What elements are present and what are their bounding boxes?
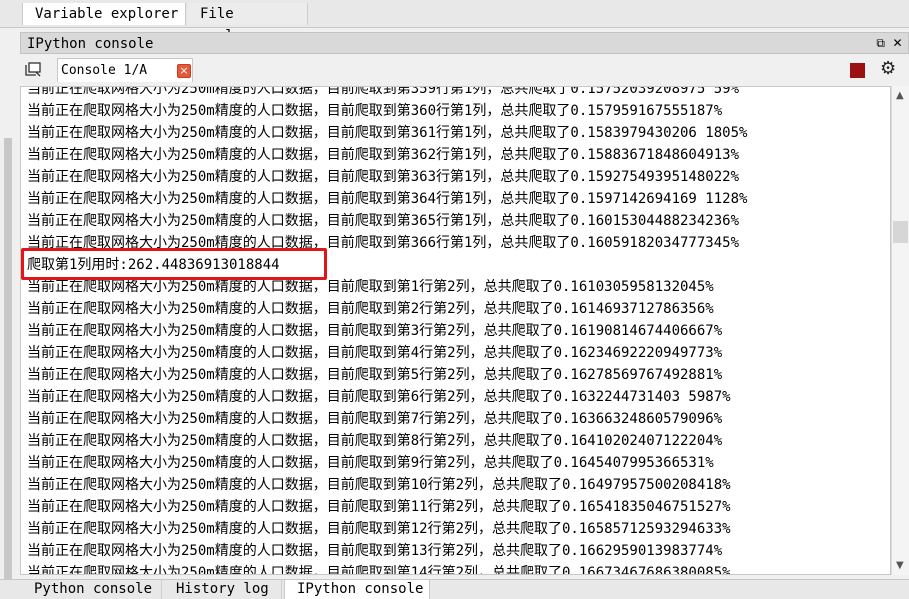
tab-python-console[interactable]: Python console (22, 580, 162, 599)
output-line: 当前正在爬取网格大小为250m精度的人口数据，目前爬取到第364行第1列，总共爬… (27, 191, 748, 207)
left-scroll-strip (0, 28, 20, 588)
console-toolbar: Console 1/A × ⚙ (20, 55, 909, 85)
output-line: 当前正在爬取网格大小为250m精度的人口数据，目前爬取到第11行第2列，总共爬取… (27, 499, 731, 515)
pane-header: IPython console ⧉ ✕ (20, 32, 909, 54)
tab-console-1a[interactable]: Console 1/A × (57, 58, 193, 82)
close-icon[interactable]: × (177, 64, 191, 78)
output-line: 当前正在爬取网格大小为250m精度的人口数据，目前爬取到第4行第2列，总共爬取了… (27, 345, 723, 361)
tab-file-explorer[interactable]: File explorer (188, 3, 308, 44)
output-line: 当前正在爬取网格大小为250m精度的人口数据，目前爬取到第362行第1列，总共爬… (27, 147, 740, 163)
tab-ipython-console[interactable]: IPython console (284, 580, 430, 599)
output-line: 当前正在爬取网格大小为250m精度的人口数据，目前爬取到第2行第2列，总共爬取了… (27, 301, 714, 317)
output-line: 当前正在爬取网格大小为250m精度的人口数据，目前爬取到第360行第1列，总共爬… (27, 103, 723, 119)
output-line: 当前正在爬取网格大小为250m精度的人口数据，目前爬取到第359行第1列，总共爬… (27, 86, 740, 97)
scrollbar-thumb[interactable] (893, 221, 908, 243)
output-line: 当前正在爬取网格大小为250m精度的人口数据，目前爬取到第8行第2列，总共爬取了… (27, 433, 723, 449)
left-scrollbar-thumb[interactable] (4, 138, 12, 588)
console-tab-label: Console 1/A (61, 63, 148, 78)
tab-variable-explorer[interactable]: Variable explorer (22, 3, 186, 25)
output-line: 当前正在爬取网格大小为250m精度的人口数据，目前爬取到第9行第2列，总共爬取了… (27, 455, 714, 471)
scroll-down-arrow-icon[interactable]: ▼ (896, 560, 904, 571)
output-line: 当前正在爬取网格大小为250m精度的人口数据，目前爬取到第12行第2列，总共爬取… (27, 521, 731, 537)
pane-controls: ⧉ ✕ (874, 34, 904, 52)
pane-title: IPython console (27, 36, 154, 52)
output-line: 当前正在爬取网格大小为250m精度的人口数据，目前爬取到第7行第2列，总共爬取了… (27, 411, 723, 427)
gear-icon[interactable]: ⚙ (880, 58, 896, 80)
output-line: 当前正在爬取网格大小为250m精度的人口数据，目前爬取到第3行第2列，总共爬取了… (27, 323, 723, 339)
output-line: 当前正在爬取网格大小为250m精度的人口数据，目前爬取到第5行第2列，总共爬取了… (27, 367, 723, 383)
console-output[interactable]: 当前正在爬取网格大小为250m精度的人口数据，目前爬取到第359行第1列，总共爬… (20, 86, 891, 575)
output-line: 当前正在爬取网格大小为250m精度的人口数据，目前爬取到第363行第1列，总共爬… (27, 169, 740, 185)
bottom-tab-bar: Python console History log IPython conso… (0, 579, 909, 599)
output-line: 当前正在爬取网格大小为250m精度的人口数据，目前爬取到第361行第1列，总共爬… (27, 125, 748, 141)
output-line: 当前正在爬取网格大小为250m精度的人口数据，目前爬取到第365行第1列，总共爬… (27, 213, 740, 229)
output-lines: 当前正在爬取网格大小为250m精度的人口数据，目前爬取到第359行第1列，总共爬… (27, 86, 748, 575)
stop-icon[interactable] (850, 63, 865, 78)
top-tab-bar: Variable explorer File explorer (0, 0, 909, 44)
vertical-scrollbar[interactable]: ▲ ▼ (891, 86, 909, 575)
scroll-up-arrow-icon[interactable]: ▲ (896, 90, 904, 101)
tab-history-log[interactable]: History log (164, 580, 282, 599)
output-line: 当前正在爬取网格大小为250m精度的人口数据，目前爬取到第14行第2列，总共爬取… (27, 565, 731, 575)
output-line: 当前正在爬取网格大小为250m精度的人口数据，目前爬取到第6行第2列，总共爬取了… (27, 389, 731, 405)
output-line: 当前正在爬取网格大小为250m精度的人口数据，目前爬取到第10行第2列，总共爬取… (27, 477, 731, 493)
undock-icon[interactable]: ⧉ (874, 34, 887, 52)
output-line: 当前正在爬取网格大小为250m精度的人口数据，目前爬取到第13行第2列，总共爬取… (27, 543, 723, 559)
close-pane-icon[interactable]: ✕ (891, 34, 904, 52)
open-folder-icon[interactable] (25, 62, 42, 77)
highlight-annotation-box (21, 248, 327, 280)
